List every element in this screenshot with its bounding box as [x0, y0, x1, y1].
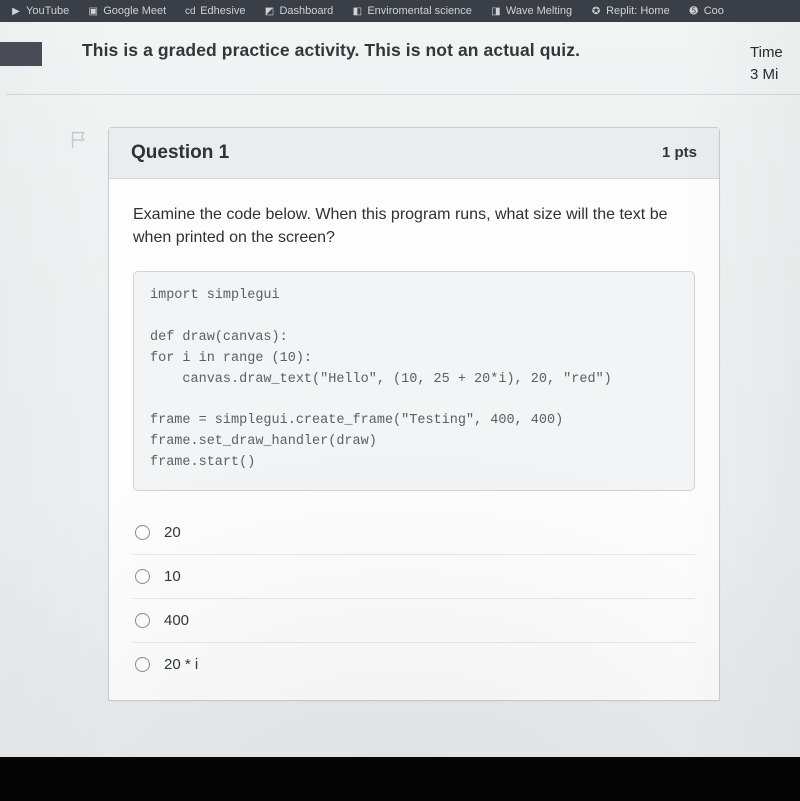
bookmark-item[interactable]: ✪ Replit: Home: [590, 5, 670, 17]
sidebar-stub[interactable]: [0, 42, 42, 66]
bookmark-item[interactable]: ▶ YouTube: [10, 5, 69, 17]
question-title: Question 1: [131, 142, 229, 164]
radio-icon: [135, 525, 150, 540]
answer-option[interactable]: 20: [133, 511, 695, 554]
envsci-icon: ◧: [351, 5, 363, 17]
bookmark-label: Wave Melting: [506, 5, 572, 17]
flag-icon[interactable]: [68, 129, 90, 151]
bookmark-label: Enviromental science: [367, 5, 472, 17]
bookmark-label: Dashboard: [279, 5, 333, 17]
bookmark-label: Coo: [704, 5, 724, 17]
answer-options: 20 10 400 20 * i: [109, 507, 719, 700]
meet-icon: ▣: [87, 5, 99, 17]
timer-line2: 3 Mi: [750, 64, 800, 86]
dashboard-icon: ◩: [263, 5, 275, 17]
notice-row: This is a graded practice activity. This…: [6, 22, 800, 95]
youtube-icon: ▶: [10, 5, 22, 17]
answer-label: 400: [164, 612, 189, 629]
bookmark-item[interactable]: cd Edhesive: [184, 5, 245, 17]
bookmark-item[interactable]: ➎ Coo: [688, 5, 724, 17]
bookmark-item[interactable]: ▣ Google Meet: [87, 5, 166, 17]
edhesive-icon: cd: [184, 5, 196, 17]
bookmark-item[interactable]: ◨ Wave Melting: [490, 5, 572, 17]
screen-bezel: [0, 757, 800, 801]
practice-notice: This is a graded practice activity. This…: [82, 40, 750, 61]
radio-icon: [135, 657, 150, 672]
radio-icon: [135, 613, 150, 628]
code-block: import simplegui def draw(canvas): for i…: [133, 271, 695, 491]
question-stem: Examine the code below. When this progra…: [133, 203, 695, 249]
question-header: Question 1 1 pts: [109, 128, 719, 179]
answer-option[interactable]: 400: [133, 598, 695, 642]
wave-icon: ◨: [490, 5, 502, 17]
timer-line1: Time: [750, 42, 800, 64]
radio-icon: [135, 569, 150, 584]
replit-icon: ✪: [590, 5, 602, 17]
bookmark-label: Replit: Home: [606, 5, 670, 17]
question-card: Question 1 1 pts Examine the code below.…: [108, 127, 720, 702]
answer-label: 20 * i: [164, 656, 198, 673]
answer-option[interactable]: 20 * i: [133, 642, 695, 686]
timer: Time 3 Mi: [750, 40, 800, 86]
answer-label: 20: [164, 524, 181, 541]
bookmark-item[interactable]: ◧ Enviromental science: [351, 5, 472, 17]
bookmark-label: Edhesive: [200, 5, 245, 17]
question-body: Examine the code below. When this progra…: [109, 179, 719, 508]
question-points: 1 pts: [662, 144, 697, 161]
bookmark-label: YouTube: [26, 5, 69, 17]
answer-option[interactable]: 10: [133, 554, 695, 598]
answer-label: 10: [164, 568, 181, 585]
bookmark-label: Google Meet: [103, 5, 166, 17]
page-viewport: This is a graded practice activity. This…: [0, 22, 800, 757]
bookmarks-bar: ▶ YouTube ▣ Google Meet cd Edhesive ◩ Dashbo…: [0, 0, 800, 22]
question-area: Question 1 1 pts Examine the code below.…: [6, 95, 800, 702]
bookmark-item[interactable]: ◩ Dashboard: [263, 5, 333, 17]
coo-icon: ➎: [688, 5, 700, 17]
